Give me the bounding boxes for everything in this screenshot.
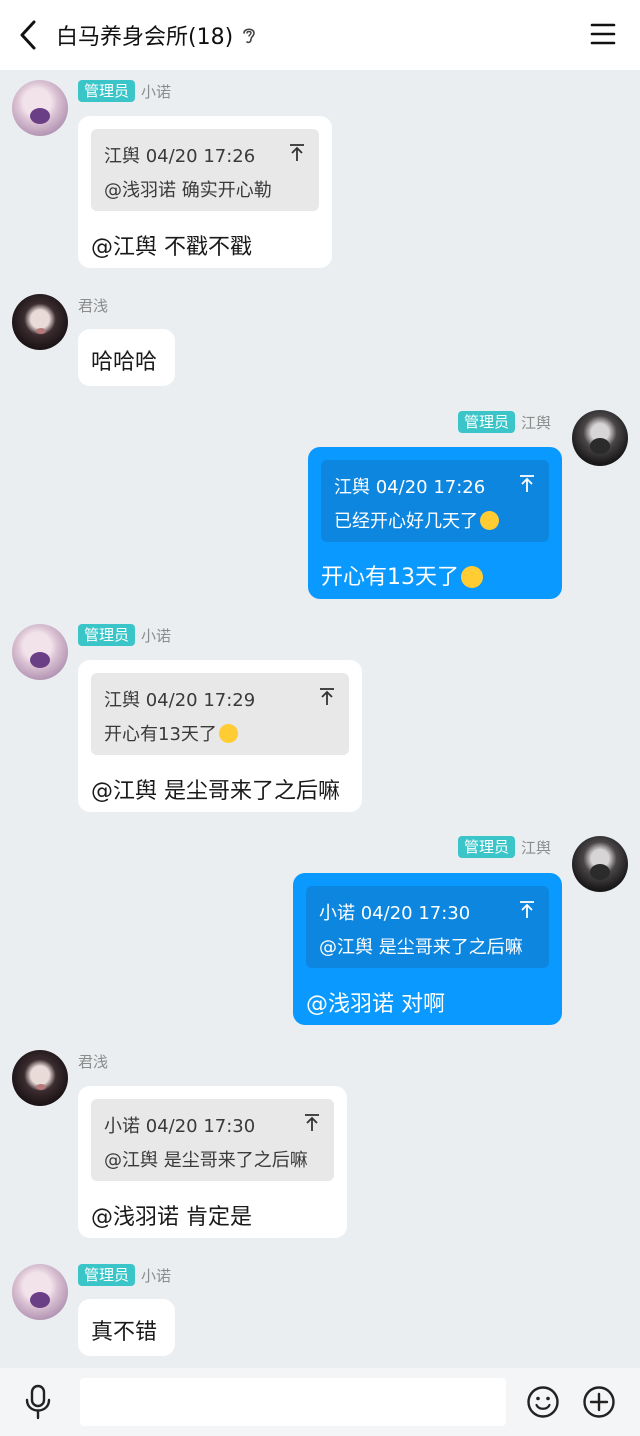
jump-to-quote-icon[interactable] xyxy=(319,687,335,707)
chevron-left-icon[interactable] xyxy=(14,18,44,52)
message-bubble[interactable]: 哈哈哈 xyxy=(78,329,175,386)
message-text: @浅羽诺 对啊 xyxy=(306,992,445,1017)
avatar[interactable] xyxy=(12,1264,68,1320)
admin-badge: 管理员 xyxy=(458,411,516,433)
quote-header: 江舆 04/20 17:26 xyxy=(334,477,486,498)
sender-name: 小诺 xyxy=(141,82,172,101)
message-text: @浅羽诺 肯定是 xyxy=(91,1205,252,1230)
message-bubble[interactable]: 江舆 04/20 17:29 开心有13天了 @江舆 是尘哥来了之后嘛 xyxy=(78,660,362,812)
sender-row: 君浅 xyxy=(78,1051,108,1072)
avatar[interactable] xyxy=(12,294,68,350)
message: 管理员 江舆 江舆 04/20 17:26 已经开心好几天了 开心有13天了 xyxy=(0,408,640,603)
quote-text: @江舆 是尘哥来了之后嘛 xyxy=(104,1150,308,1171)
jump-to-quote-icon[interactable] xyxy=(519,474,535,494)
message-bubble[interactable]: 江舆 04/20 17:26 已经开心好几天了 开心有13天了 xyxy=(308,447,562,599)
sender-name: 江舆 xyxy=(521,413,552,432)
message: 管理员 小诺 真不错 xyxy=(0,1262,640,1362)
message: 管理员 小诺 江舆 04/20 17:26 @浅羽诺 确实开心勒 @江舆 不戳不… xyxy=(0,78,640,273)
quote-header: 江舆 04/20 17:29 xyxy=(104,690,256,711)
admin-badge: 管理员 xyxy=(78,1264,136,1286)
message-text: @江舆 不戳不戳 xyxy=(91,235,252,260)
chat-header: 白马养身会所(18) xyxy=(0,0,640,70)
message: 君浅 小诺 04/20 17:30 @江舆 是尘哥来了之后嘛 @浅羽诺 肯定是 xyxy=(0,1048,640,1243)
sender-name: 君浅 xyxy=(78,297,109,315)
quote-text-wrap: 已经开心好几天了 xyxy=(334,507,499,533)
smiley-icon[interactable] xyxy=(526,1385,560,1419)
shy-smile-emoji-icon xyxy=(461,566,483,588)
quoted-message[interactable]: 江舆 04/20 17:29 开心有13天了 xyxy=(91,673,349,755)
message-text: 开心有13天了 xyxy=(321,565,459,590)
jump-to-quote-icon[interactable] xyxy=(289,143,305,163)
avatar[interactable] xyxy=(12,80,68,136)
message-bubble[interactable]: 小诺 04/20 17:30 @江舆 是尘哥来了之后嘛 @浅羽诺 对啊 xyxy=(293,873,562,1025)
message: 管理员 小诺 江舆 04/20 17:29 开心有13天了 @江舆 是尘哥来了之… xyxy=(0,622,640,817)
avatar[interactable] xyxy=(12,1050,68,1106)
jump-to-quote-icon[interactable] xyxy=(519,900,535,920)
sender-row: 管理员 江舆 xyxy=(458,836,551,858)
avatar[interactable] xyxy=(572,410,628,466)
sender-row: 管理员 小诺 xyxy=(78,80,171,102)
message-bubble[interactable]: 真不错 xyxy=(78,1299,175,1356)
sender-row: 管理员 小诺 xyxy=(78,1264,171,1286)
message-text: @江舆 是尘哥来了之后嘛 xyxy=(91,779,340,804)
sender-name: 小诺 xyxy=(141,626,172,645)
ear-icon xyxy=(243,28,255,44)
quote-header: 江舆 04/20 17:26 xyxy=(104,146,256,167)
quote-text-wrap: 开心有13天了 xyxy=(104,720,238,746)
message: 管理员 江舆 小诺 04/20 17:30 @江舆 是尘哥来了之后嘛 @浅羽诺 … xyxy=(0,834,640,1029)
admin-badge: 管理员 xyxy=(78,80,136,102)
avatar[interactable] xyxy=(572,836,628,892)
message-text-wrap: 开心有13天了 xyxy=(321,559,483,591)
sender-name: 江舆 xyxy=(521,838,552,857)
message-text: 哈哈哈 xyxy=(91,350,158,375)
quoted-message[interactable]: 小诺 04/20 17:30 @江舆 是尘哥来了之后嘛 xyxy=(91,1099,334,1181)
quote-text: 开心有13天了 xyxy=(104,724,217,745)
quote-text: @江舆 是尘哥来了之后嘛 xyxy=(319,937,523,958)
sender-row: 管理员 江舆 xyxy=(458,411,551,433)
quote-text: 已经开心好几天了 xyxy=(334,511,478,532)
message-bubble[interactable]: 小诺 04/20 17:30 @江舆 是尘哥来了之后嘛 @浅羽诺 肯定是 xyxy=(78,1086,347,1238)
jump-to-quote-icon[interactable] xyxy=(304,1113,320,1133)
shy-smile-emoji-icon xyxy=(218,724,238,743)
quote-header: 小诺 04/20 17:30 xyxy=(319,903,471,924)
message-input[interactable] xyxy=(80,1378,506,1426)
admin-badge: 管理员 xyxy=(78,624,136,646)
message: 君浅 哈哈哈 xyxy=(0,292,640,392)
menu-icon[interactable] xyxy=(590,22,616,46)
sender-name: 君浅 xyxy=(78,1053,109,1071)
quoted-message[interactable]: 江舆 04/20 17:26 已经开心好几天了 xyxy=(321,460,549,542)
message-bubble[interactable]: 江舆 04/20 17:26 @浅羽诺 确实开心勒 @江舆 不戳不戳 xyxy=(78,116,332,268)
message-text: 真不错 xyxy=(91,1320,158,1345)
sender-row: 管理员 小诺 xyxy=(78,624,171,646)
quote-header: 小诺 04/20 17:30 xyxy=(104,1116,256,1137)
chat-title-wrap[interactable]: 白马养身会所(18) xyxy=(56,0,257,70)
quoted-message[interactable]: 江舆 04/20 17:26 @浅羽诺 确实开心勒 xyxy=(91,129,319,211)
input-bar xyxy=(0,1368,640,1436)
sender-name: 小诺 xyxy=(141,1266,172,1285)
laughing-tears-emoji-icon xyxy=(480,511,499,530)
avatar[interactable] xyxy=(12,624,68,680)
admin-badge: 管理员 xyxy=(458,836,516,858)
chat-title: 白马养身会所(18) xyxy=(56,25,234,50)
quoted-message[interactable]: 小诺 04/20 17:30 @江舆 是尘哥来了之后嘛 xyxy=(306,886,549,968)
microphone-icon[interactable] xyxy=(22,1384,54,1420)
quote-text: @浅羽诺 确实开心勒 xyxy=(104,180,272,201)
plus-circle-icon[interactable] xyxy=(582,1385,616,1419)
sender-row: 君浅 xyxy=(78,295,108,316)
